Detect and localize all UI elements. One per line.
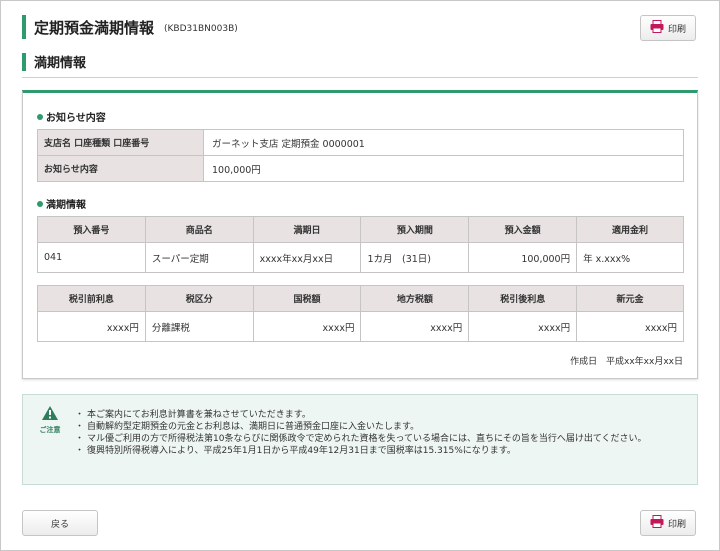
notice-content-value: 100,000円	[203, 155, 684, 182]
created-date: 作成日 平成xx年xx月xx日	[570, 354, 683, 367]
maturity-heading-label: 満期情報	[46, 200, 86, 211]
title-accent-bar	[22, 15, 26, 39]
caution-label: ご注意	[39, 426, 61, 434]
caution-badge: ご注意	[35, 405, 65, 435]
list-item: 復興特別所得税導入により、平成25年1月1日から平成49年12月31日まで国税率…	[75, 445, 687, 457]
table-row: お知らせ内容 100,000円	[37, 155, 684, 182]
table-row: xxxx円 分離課税 xxxx円 xxxx円 xxxx円 xxxx円	[37, 311, 684, 342]
interest-rate: 年 x.xxx%	[576, 242, 684, 273]
back-button[interactable]: 戻る	[22, 510, 98, 536]
section-title: 満期情報	[34, 56, 87, 71]
col-aftertax-interest: 税引後利息	[468, 285, 578, 312]
deposit-no: 041	[37, 242, 146, 273]
created-date-value: 平成xx年xx月xx日	[606, 357, 683, 367]
national-tax: xxxx円	[252, 311, 362, 342]
print-button-label: 印刷	[667, 24, 686, 35]
product-name: スーパー定期	[144, 242, 254, 273]
tax-category: 分離課税	[144, 311, 254, 342]
col-period: 預入期間	[360, 216, 470, 243]
col-product-name: 商品名	[144, 216, 254, 243]
col-national-tax: 国税額	[252, 285, 362, 312]
table-header-row: 税引前利息 税区分 国税額 地方税額 税引後利息 新元金	[37, 285, 684, 312]
table-row: 支店名 口座種類 口座番号 ガーネット支店 定期預金 0000001	[37, 129, 684, 156]
page-title: 定期預金満期情報	[34, 18, 155, 37]
pretax-interest: xxxx円	[37, 311, 146, 342]
print-button-bottom[interactable]: 印刷	[640, 510, 696, 536]
printer-icon	[650, 20, 664, 36]
account-value: ガーネット支店 定期預金 0000001	[203, 129, 684, 156]
list-item: 自動解約型定期預金の元金とお利息は、満期日に普通預金口座に入金いたします。	[75, 421, 687, 433]
list-item: 本ご案内にてお利息計算書を兼ねさせていただきます。	[75, 409, 687, 421]
printer-icon	[650, 515, 664, 531]
screen-code: (KBD31BN003B)	[164, 23, 238, 34]
local-tax: xxxx円	[360, 311, 470, 342]
maturity-heading: 満期情報	[37, 196, 86, 211]
table-row: 041 スーパー定期 xxxx年xx月xx日 1カ月 (31日) 100,000…	[37, 242, 684, 273]
section-heading: 満期情報	[22, 52, 86, 71]
page-header: 定期預金満期情報 (KBD31BN003B)	[22, 14, 238, 40]
bullet-icon	[37, 113, 43, 120]
notice-heading-label: お知らせ内容	[46, 113, 106, 124]
caution-box: ご注意 本ご案内にてお利息計算書を兼ねさせていただきます。 自動解約型定期預金の…	[22, 394, 698, 485]
list-item: マル優ご利用の方で所得税法第10条ならびに関係政令で定められた資格を失っている場…	[75, 433, 687, 445]
caution-list: 本ご案内にてお利息計算書を兼ねさせていただきます。 自動解約型定期預金の元金とお…	[75, 409, 687, 457]
notice-content-label: お知らせ内容	[37, 155, 204, 182]
new-principal: xxxx円	[576, 311, 684, 342]
col-rate: 適用金利	[576, 216, 684, 243]
interest-table: 税引前利息 税区分 国税額 地方税額 税引後利息 新元金 xxxx円 分離課税 …	[37, 285, 684, 342]
deposit-table: 預入番号 商品名 満期日 預入期間 預入金額 適用金利 041 スーパー定期 x…	[37, 216, 684, 273]
print-button-label: 印刷	[667, 519, 686, 530]
maturity-panel: お知らせ内容 支店名 口座種類 口座番号 ガーネット支店 定期預金 000000…	[22, 90, 698, 379]
col-pretax-interest: 税引前利息	[37, 285, 146, 312]
created-date-label: 作成日	[570, 357, 598, 367]
notice-table: 支店名 口座種類 口座番号 ガーネット支店 定期預金 0000001 お知らせ内…	[37, 129, 684, 182]
notice-heading: お知らせ内容	[37, 109, 106, 124]
section-accent-bar	[22, 52, 26, 71]
bullet-icon	[37, 200, 43, 207]
deposit-period: 1カ月 (31日)	[360, 242, 470, 273]
aftertax-interest: xxxx円	[468, 311, 578, 342]
col-new-principal: 新元金	[576, 285, 684, 312]
deposit-amount: 100,000円	[468, 242, 578, 273]
account-label: 支店名 口座種類 口座番号	[37, 129, 204, 156]
col-tax-category: 税区分	[144, 285, 254, 312]
section-divider	[22, 77, 698, 78]
col-amount: 預入金額	[468, 216, 578, 243]
col-deposit-no: 預入番号	[37, 216, 146, 243]
maturity-date: xxxx年xx月xx日	[252, 242, 362, 273]
warning-icon	[41, 406, 59, 424]
col-maturity-date: 満期日	[252, 216, 362, 243]
print-button-top[interactable]: 印刷	[640, 15, 696, 41]
col-local-tax: 地方税額	[360, 285, 470, 312]
back-button-label: 戻る	[50, 519, 69, 530]
table-header-row: 預入番号 商品名 満期日 預入期間 預入金額 適用金利	[37, 216, 684, 243]
